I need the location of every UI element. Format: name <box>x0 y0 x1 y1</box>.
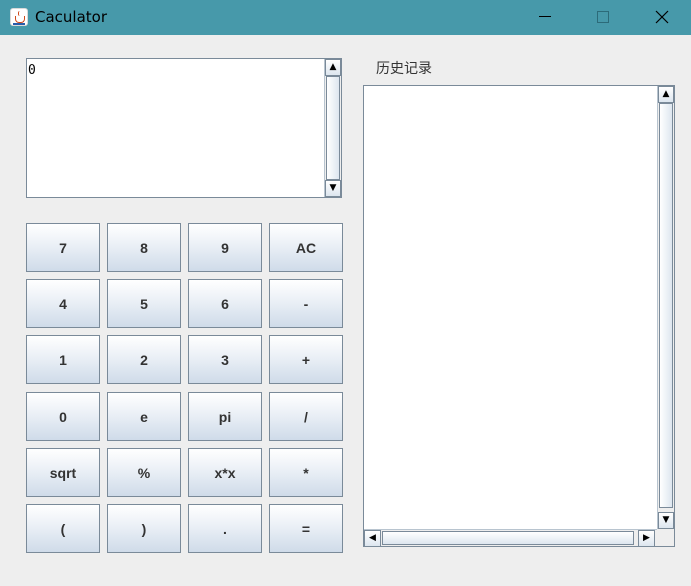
scroll-up-button[interactable]: ▲ <box>325 59 341 76</box>
key-decimal[interactable]: . <box>188 504 262 553</box>
history-scroll-left-button[interactable]: ◀ <box>364 530 381 547</box>
key-multiply[interactable]: * <box>269 448 343 497</box>
minimize-button[interactable] <box>517 0 573 35</box>
key-8[interactable]: 8 <box>107 223 181 272</box>
history-horizontal-scrollbar[interactable]: ◀ ▶ <box>364 529 657 547</box>
key-open-paren[interactable]: ( <box>26 504 100 553</box>
scroll-down-button[interactable]: ▼ <box>325 180 341 197</box>
scroll-thumb[interactable] <box>326 76 340 180</box>
key-percent[interactable]: % <box>107 448 181 497</box>
window-title: Caculator <box>35 8 108 26</box>
key-6[interactable]: 6 <box>188 279 262 328</box>
title-bar[interactable]: Caculator <box>0 0 691 35</box>
close-button[interactable] <box>633 0 689 35</box>
close-icon <box>655 10 669 24</box>
history-scroll-right-button[interactable]: ▶ <box>638 530 655 547</box>
display-vertical-scrollbar[interactable]: ▲ ▼ <box>324 59 341 197</box>
key-divide[interactable]: / <box>269 392 343 441</box>
history-textarea[interactable]: ▲ ▼ ◀ ▶ <box>363 85 675 547</box>
display-value: 0 <box>28 63 36 78</box>
keypad: 7 8 9 AC 4 5 6 - 1 2 3 + 0 e pi / sqrt %… <box>26 223 344 554</box>
history-label: 历史记录 <box>376 61 432 77</box>
key-square[interactable]: x*x <box>188 448 262 497</box>
history-vertical-scrollbar[interactable]: ▲ ▼ <box>657 86 674 529</box>
key-sqrt[interactable]: sqrt <box>26 448 100 497</box>
key-5[interactable]: 5 <box>107 279 181 328</box>
key-2[interactable]: 2 <box>107 335 181 384</box>
key-pi[interactable]: pi <box>188 392 262 441</box>
java-app-icon <box>10 8 28 26</box>
key-4[interactable]: 4 <box>26 279 100 328</box>
key-plus[interactable]: + <box>269 335 343 384</box>
key-close-paren[interactable]: ) <box>107 504 181 553</box>
history-scroll-up-button[interactable]: ▲ <box>658 86 674 103</box>
scrollbar-corner <box>657 529 674 546</box>
key-e[interactable]: e <box>107 392 181 441</box>
key-0[interactable]: 0 <box>26 392 100 441</box>
history-scroll-thumb[interactable] <box>659 103 673 508</box>
key-9[interactable]: 9 <box>188 223 262 272</box>
key-1[interactable]: 1 <box>26 335 100 384</box>
key-3[interactable]: 3 <box>188 335 262 384</box>
key-7[interactable]: 7 <box>26 223 100 272</box>
minimize-icon <box>539 16 551 17</box>
history-horizontal-thumb[interactable] <box>382 531 634 545</box>
key-all-clear[interactable]: AC <box>269 223 343 272</box>
maximize-icon <box>597 11 609 23</box>
display-textarea[interactable]: 0 ▲ ▼ <box>26 58 342 198</box>
key-equals[interactable]: = <box>269 504 343 553</box>
key-minus[interactable]: - <box>269 279 343 328</box>
history-scroll-down-button[interactable]: ▼ <box>658 512 674 529</box>
maximize-button[interactable] <box>575 0 631 35</box>
calculator-window: Caculator 0 ▲ ▼ 7 8 9 AC 4 5 6 - 1 2 3 +… <box>0 0 691 586</box>
